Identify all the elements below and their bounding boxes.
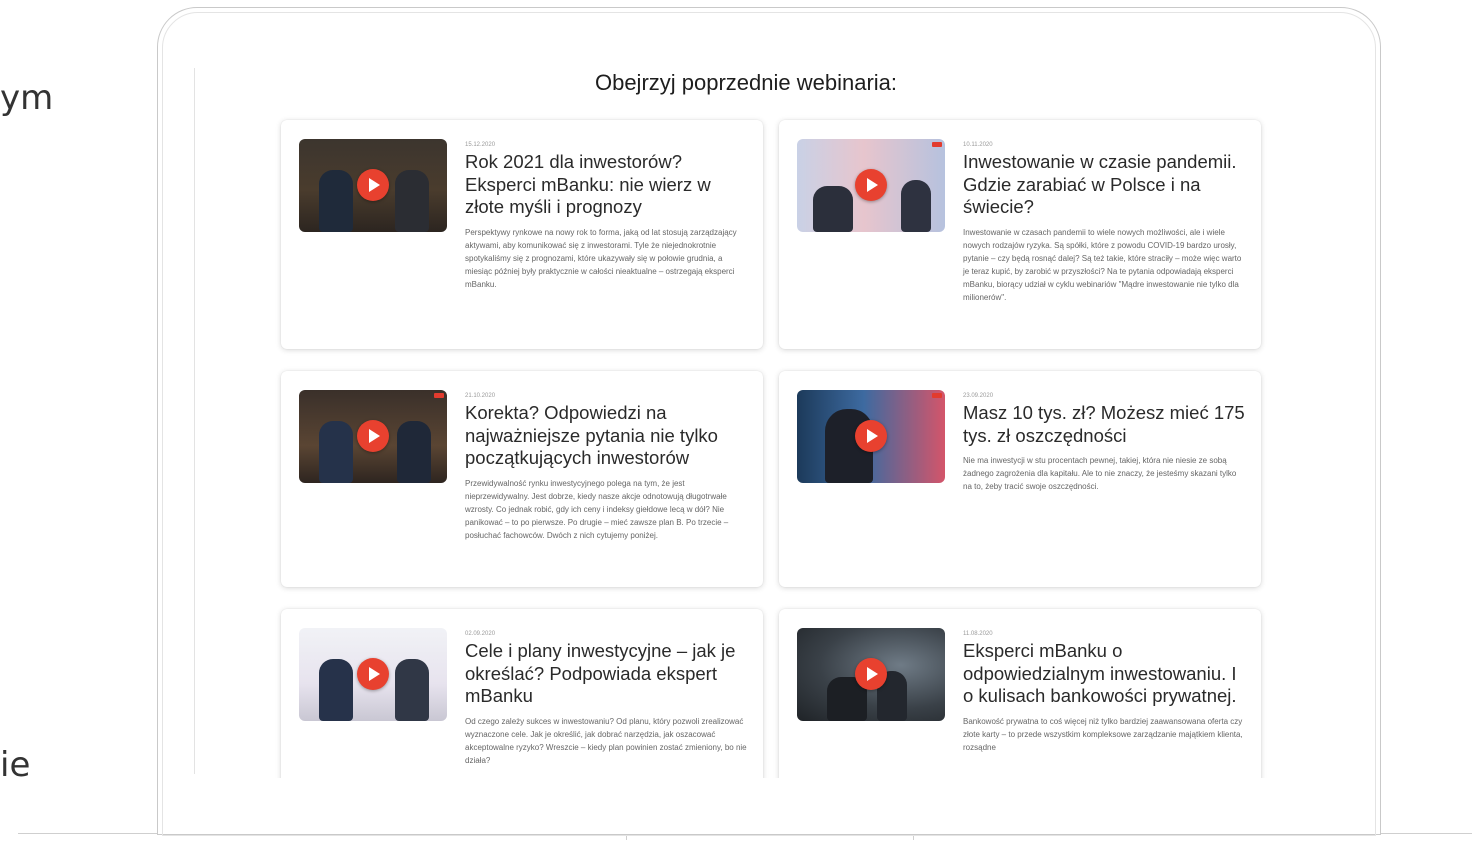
play-icon[interactable] xyxy=(855,420,887,452)
webinar-description: Bankowość prywatna to coś więcej niż tyl… xyxy=(963,716,1243,752)
webinar-title[interactable]: Rok 2021 dla inwestorów? Eksperci mBanku… xyxy=(465,151,747,219)
video-thumbnail[interactable] xyxy=(299,390,447,483)
webinar-title[interactable]: Cele i plany inwestycyjne – jak je okreś… xyxy=(465,640,747,708)
section-heading: Obejrzyj poprzednie webinaria: xyxy=(594,70,898,95)
webinar-card[interactable]: 02.09.2020 Cele i plany inwestycyjne – j… xyxy=(281,609,763,778)
broadcast-logo-icon xyxy=(434,393,444,398)
play-icon[interactable] xyxy=(357,420,389,452)
webinar-card[interactable]: 23.09.2020 Masz 10 tys. zł? Możesz mieć … xyxy=(779,371,1261,587)
webinar-date: 02.09.2020 xyxy=(465,631,496,637)
webinar-description: Inwestowanie w czasach pandemii to wiele… xyxy=(963,227,1242,302)
webinar-date: 11.08.2020 xyxy=(963,631,993,637)
video-thumbnail[interactable] xyxy=(299,139,447,232)
webinar-date: 15.12.2020 xyxy=(465,142,496,148)
webinar-description: Perspektywy rynkowe na nowy rok to forma… xyxy=(465,227,737,289)
side-text-bottom: ie xyxy=(0,745,31,785)
broadcast-logo-icon xyxy=(932,393,942,398)
webinar-date: 23.09.2020 xyxy=(963,393,994,399)
play-icon[interactable] xyxy=(855,169,887,201)
webinar-date: 21.10.2020 xyxy=(465,393,496,399)
side-text-top: ym xyxy=(0,78,54,118)
webinar-title[interactable]: Masz 10 tys. zł? Możesz mieć 175 tys. zł… xyxy=(963,402,1245,447)
webinar-card[interactable]: 11.08.2020 Eksperci mBanku o odpowiedzia… xyxy=(779,609,1261,778)
webinar-card[interactable]: 15.12.2020 Rok 2021 dla inwestorów? Eksp… xyxy=(281,120,763,349)
play-icon[interactable] xyxy=(357,658,389,690)
content-divider xyxy=(194,68,195,774)
video-thumbnail[interactable] xyxy=(797,139,945,232)
webinar-title[interactable]: Inwestowanie w czasie pandemii. Gdzie za… xyxy=(963,151,1245,219)
webinar-description: Od czego zależy sukces w inwestowaniu? O… xyxy=(465,716,747,765)
webinar-list-viewport[interactable]: Obejrzyj poprzednie webinaria: 15.12.202… xyxy=(196,66,1376,778)
webinar-date: 10.11.2020 xyxy=(963,142,993,148)
webinar-description: Nie ma inwestycji w stu procentach pewne… xyxy=(963,456,1237,491)
video-thumbnail[interactable] xyxy=(797,628,945,721)
webinar-card[interactable]: 21.10.2020 Korekta? Odpowiedzi na najważ… xyxy=(281,371,763,587)
play-icon[interactable] xyxy=(357,169,389,201)
video-thumbnail[interactable] xyxy=(299,628,447,721)
broadcast-logo-icon xyxy=(932,142,942,147)
webinar-title[interactable]: Eksperci mBanku o odpowiedzialnym inwest… xyxy=(963,640,1245,708)
webinar-description: Przewidywalność rynku inwestycyjnego pol… xyxy=(465,478,729,540)
webinar-card[interactable]: 10.11.2020 Inwestowanie w czasie pandemi… xyxy=(779,120,1261,349)
play-icon[interactable] xyxy=(855,658,887,690)
webinar-title[interactable]: Korekta? Odpowiedzi na najważniejsze pyt… xyxy=(465,402,747,470)
video-thumbnail[interactable] xyxy=(797,390,945,483)
laptop-frame: Obejrzyj poprzednie webinaria: 15.12.202… xyxy=(157,7,1381,836)
